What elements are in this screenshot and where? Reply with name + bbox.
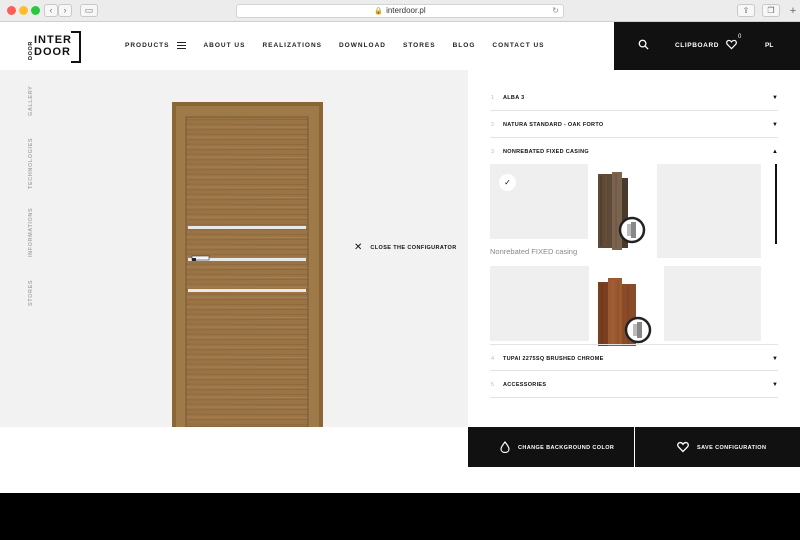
logo-text-line2: DOOR (34, 46, 71, 58)
logo-bracket-shape (71, 31, 81, 63)
step-hardware[interactable]: 4 TUPAI 2275SQ BRUSHED CHROME ▼ (490, 344, 778, 371)
step-number: 1 (491, 95, 495, 101)
header-actions: CLIPBOARD 0 PL (614, 22, 800, 70)
nav-blog[interactable]: BLOG (453, 42, 476, 49)
selected-option-caption: Nonrebated FIXED casing (490, 247, 578, 256)
nav-products[interactable]: PRODUCTS (125, 42, 169, 49)
minimize-window-button[interactable] (19, 6, 28, 15)
close-configurator-button[interactable]: ✕ CLOSE THE CONFIGURATOR (354, 243, 457, 253)
sidebar-toggle-button[interactable]: ▭ (80, 4, 98, 17)
casing-option-4[interactable] (664, 266, 761, 341)
step-title: ALBA 3 (503, 95, 525, 101)
nav-contact-us[interactable]: CONTACT US (492, 42, 544, 49)
step-number: 3 (491, 149, 495, 155)
heart-icon (677, 441, 689, 453)
checkmark-icon: ✓ (499, 174, 516, 191)
step-title: TUPAI 2275SQ BRUSHED CHROME (503, 356, 604, 362)
close-icon: ✕ (354, 242, 363, 253)
browser-toolbar: ‹ › ▭ 🔒 interdoor.pl ↻ ⇪ ❐ + (0, 0, 800, 22)
close-window-button[interactable] (7, 6, 16, 15)
nav-about-us[interactable]: ABOUT US (203, 42, 245, 49)
website: INTER DOOR PRODUCTS ABOUT US REALIZATION… (0, 22, 800, 493)
save-configuration-label: SAVE CONFIGURATION (697, 445, 767, 451)
step-title: NATURA STANDARD - OAK FORTO (503, 122, 604, 128)
search-icon[interactable] (638, 39, 649, 50)
configurator-panel: 1 ALBA 3 ▼ 2 NATURA STANDARD - OAK FORTO… (468, 70, 800, 427)
door-image (172, 102, 323, 427)
step-finish[interactable]: 2 NATURA STANDARD - OAK FORTO ▼ (490, 111, 778, 138)
nav-download[interactable]: DOWNLOAD (339, 42, 386, 49)
chevron-down-icon: ▼ (772, 382, 778, 388)
step-number: 5 (491, 382, 495, 388)
options-scrollbar[interactable] (775, 164, 777, 244)
bottom-strip (10, 427, 468, 467)
casing-option-3[interactable] (490, 266, 589, 341)
reload-icon[interactable]: ↻ (552, 5, 559, 17)
logo-text-line1: INTER (34, 34, 72, 46)
side-nav-informations[interactable]: INFORMATIONS (28, 208, 34, 257)
chevron-down-icon: ▼ (772, 356, 778, 362)
step-title: NONREBATED FIXED CASING (503, 149, 589, 155)
nav-realizations[interactable]: REALIZATIONS (262, 42, 322, 49)
new-tab-button[interactable]: + (786, 3, 800, 19)
back-button[interactable]: ‹ (44, 4, 58, 17)
side-nav-door[interactable]: DOOR (28, 41, 34, 60)
browser-window: ‹ › ▭ 🔒 interdoor.pl ↻ ⇪ ❐ + INTER DOOR P… (0, 0, 800, 493)
side-nav-technologies[interactable]: TECHNOLOGIES (28, 138, 34, 189)
casing-product-image-1 (598, 172, 646, 250)
logo[interactable]: INTER DOOR (34, 31, 82, 63)
casing-option-selected[interactable]: ✓ (490, 164, 588, 239)
step-model[interactable]: 1 ALBA 3 ▼ (490, 84, 778, 111)
droplet-icon (500, 441, 510, 453)
step-accessories[interactable]: 5 ACCESSORIES ▼ (490, 371, 778, 398)
side-nav-stores[interactable]: STORES (28, 280, 34, 306)
chevron-down-icon: ▼ (772, 95, 778, 101)
casing-option-2[interactable] (657, 164, 761, 258)
chevron-up-icon: ▲ (772, 149, 778, 155)
chevron-down-icon: ▼ (772, 122, 778, 128)
lock-icon: 🔒 (374, 8, 384, 15)
tabs-button[interactable]: ❐ (762, 4, 780, 17)
step-casing[interactable]: 3 NONREBATED FIXED CASING ▲ (490, 138, 778, 165)
language-switch[interactable]: PL (765, 42, 773, 49)
step-title: ACCESSORIES (503, 382, 547, 388)
heart-icon[interactable] (726, 39, 737, 50)
share-button[interactable]: ⇪ (737, 4, 755, 17)
nav-stores[interactable]: STORES (403, 42, 436, 49)
side-nav-gallery[interactable]: GALLERY (28, 86, 34, 116)
clipboard-link[interactable]: CLIPBOARD (675, 42, 719, 49)
menu-icon[interactable] (177, 42, 187, 49)
site-header: INTER DOOR PRODUCTS ABOUT US REALIZATION… (0, 22, 800, 70)
clipboard-count: 0 (738, 34, 742, 40)
main-nav: PRODUCTS ABOUT US REALIZATIONS DOWNLOAD … (125, 42, 562, 49)
casing-product-image-2 (598, 278, 652, 346)
step-number: 2 (491, 122, 495, 128)
zoom-window-button[interactable] (31, 6, 40, 15)
step-number: 4 (491, 356, 495, 362)
address-bar[interactable]: 🔒 interdoor.pl ↻ (236, 4, 564, 18)
forward-button[interactable]: › (58, 4, 72, 17)
url-text: interdoor.pl (386, 6, 426, 15)
close-configurator-label: CLOSE THE CONFIGURATOR (370, 245, 457, 251)
save-configuration-button[interactable]: SAVE CONFIGURATION (635, 427, 800, 467)
change-background-label: CHANGE BACKGROUND COLOR (518, 445, 615, 451)
change-background-button[interactable]: CHANGE BACKGROUND COLOR (468, 427, 634, 467)
